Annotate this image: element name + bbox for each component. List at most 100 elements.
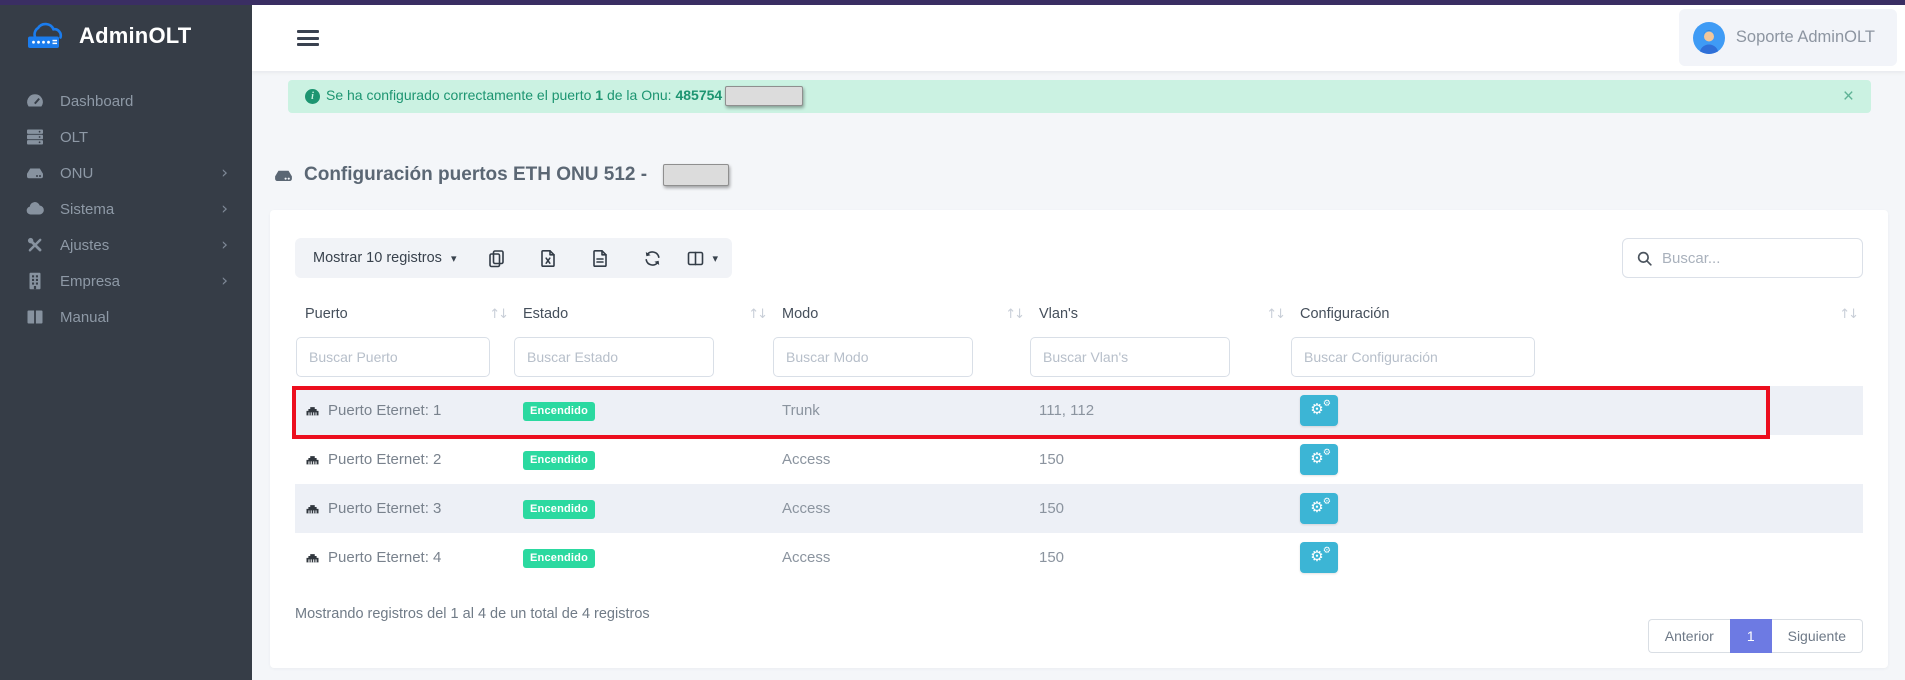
vlans-value: 150 xyxy=(1039,451,1064,468)
sort-icon: ↑↓ xyxy=(1266,307,1286,322)
user-menu[interactable]: Soporte AdminOLT xyxy=(1679,9,1897,66)
gears-icon: ⚙ xyxy=(1310,402,1323,417)
success-alert: i Se ha configurado correctamente el pue… xyxy=(288,80,1871,113)
chevron-right-icon: › xyxy=(221,273,228,290)
table-row: Puerto Eternet: 2 Encendido Access 150 ⚙… xyxy=(295,435,1863,484)
alert-port-number: 1 xyxy=(595,87,603,103)
port-cell: Puerto Eternet: 3 xyxy=(305,500,503,517)
port-cell: Puerto Eternet: 1 xyxy=(305,402,503,419)
alert-onu-number: 485754 xyxy=(675,87,722,103)
sort-icon: ↑↓ xyxy=(1839,307,1859,322)
modo-value: Access xyxy=(782,549,830,566)
page-title-text: Configuración puertos ETH ONU 512 - xyxy=(304,164,647,186)
pagination-previous-button[interactable]: Anterior xyxy=(1648,619,1730,653)
pagination: Anterior 1 Siguiente xyxy=(1648,619,1863,653)
sidebar-item-label: Ajustes xyxy=(60,237,109,254)
vlans-value: 150 xyxy=(1039,500,1064,517)
caret-down-icon: ▾ xyxy=(451,252,457,265)
sidebar-item-manual[interactable]: Manual xyxy=(0,299,252,335)
table-buttons-group: Mostrar 10 registros ▾ xyxy=(295,238,732,278)
server-icon xyxy=(25,127,45,147)
modo-value: Access xyxy=(782,451,830,468)
refresh-button[interactable] xyxy=(626,238,678,278)
column-header-vlans[interactable]: Vlan's↑↓ xyxy=(1029,292,1290,336)
status-badge: Encendido xyxy=(523,500,595,519)
sidebar-item-label: Empresa xyxy=(60,273,120,290)
export-file-button[interactable] xyxy=(574,238,626,278)
status-badge: Encendido xyxy=(523,402,595,421)
global-search xyxy=(1622,238,1863,278)
filter-vlans-input[interactable] xyxy=(1030,337,1230,377)
sidebar-item-onu[interactable]: ONU › xyxy=(0,155,252,191)
close-icon[interactable]: × xyxy=(1843,87,1854,106)
sidebar-item-label: OLT xyxy=(60,129,88,146)
table-row: Puerto Eternet: 4 Encendido Access 150 ⚙… xyxy=(295,533,1863,582)
pagination-page-1[interactable]: 1 xyxy=(1730,619,1772,653)
sidebar-item-sistema[interactable]: Sistema › xyxy=(0,191,252,227)
sidebar-item-dashboard[interactable]: Dashboard xyxy=(0,83,252,119)
vlans-value: 150 xyxy=(1039,549,1064,566)
chevron-right-icon: › xyxy=(221,201,228,218)
page-title: Configuración puertos ETH ONU 512 - xyxy=(273,164,729,186)
filter-modo-input[interactable] xyxy=(773,337,973,377)
filter-estado-input[interactable] xyxy=(514,337,714,377)
cloud-switch-logo-icon xyxy=(24,21,70,51)
sidebar-item-label: Dashboard xyxy=(60,93,133,110)
configure-port-button[interactable]: ⚙⚙ xyxy=(1300,493,1338,524)
column-visibility-button[interactable]: ▾ xyxy=(678,238,732,278)
table-info: Mostrando registros del 1 al 4 de un tot… xyxy=(295,606,1863,622)
ethernet-port-icon xyxy=(305,403,320,418)
column-header-modo[interactable]: Modo↑↓ xyxy=(772,292,1029,336)
sidebar-item-ajustes[interactable]: Ajustes › xyxy=(0,227,252,263)
brand-name: AdminOLT xyxy=(79,23,191,49)
column-header-puerto[interactable]: Puerto↑↓ xyxy=(295,292,513,336)
info-circle-icon: i xyxy=(305,89,320,104)
brand-logo[interactable]: AdminOLT xyxy=(0,5,252,67)
status-badge: Encendido xyxy=(523,549,595,568)
export-excel-button[interactable] xyxy=(522,238,574,278)
search-input[interactable] xyxy=(1662,250,1849,267)
configure-port-button[interactable]: ⚙⚙ xyxy=(1300,542,1338,573)
sort-icon: ↑↓ xyxy=(748,307,768,322)
gears-icon: ⚙ xyxy=(1310,549,1323,564)
configure-port-button[interactable]: ⚙⚙ xyxy=(1300,395,1338,426)
file-excel-icon xyxy=(539,249,558,268)
header-row: Puerto↑↓ Estado↑↓ Modo↑↓ Vlan's↑↓ Config… xyxy=(295,292,1863,336)
copy-icon xyxy=(487,249,506,268)
filter-row xyxy=(295,336,1863,386)
filter-configuracion-input[interactable] xyxy=(1291,337,1535,377)
gears-icon: ⚙ xyxy=(1310,500,1323,515)
sidebar-item-olt[interactable]: OLT xyxy=(0,119,252,155)
redaction-sticker xyxy=(725,86,803,106)
modo-value: Trunk xyxy=(782,402,820,419)
status-badge: Encendido xyxy=(523,451,595,470)
pagination-next-button[interactable]: Siguiente xyxy=(1772,619,1863,653)
sidebar-item-label: Sistema xyxy=(60,201,114,218)
book-icon xyxy=(25,307,45,327)
column-header-estado[interactable]: Estado↑↓ xyxy=(513,292,772,336)
avatar xyxy=(1693,22,1725,54)
file-lines-icon xyxy=(591,249,610,268)
search-icon xyxy=(1636,250,1653,267)
hdd-icon xyxy=(273,165,294,186)
vlans-value: 111, 112 xyxy=(1039,402,1094,419)
tools-icon xyxy=(25,235,45,255)
ethernet-port-icon xyxy=(305,452,320,467)
sidebar-nav: Dashboard OLT ONU › Sistema › xyxy=(0,83,252,335)
sidebar-item-label: Manual xyxy=(60,309,109,326)
configure-port-button[interactable]: ⚙⚙ xyxy=(1300,444,1338,475)
filter-puerto-input[interactable] xyxy=(296,337,490,377)
ethernet-port-icon xyxy=(305,550,320,565)
port-cell: Puerto Eternet: 2 xyxy=(305,451,503,468)
alert-text: Se ha configurado correctamente el puert… xyxy=(326,87,803,105)
ethernet-port-icon xyxy=(305,501,320,516)
sidebar-toggle-button[interactable] xyxy=(297,30,319,50)
hdd-icon xyxy=(25,163,45,183)
browser-top-strip xyxy=(0,0,1905,5)
dashboard-gauge-icon xyxy=(25,91,45,111)
sidebar-item-empresa[interactable]: Empresa › xyxy=(0,263,252,299)
copy-button[interactable] xyxy=(470,238,522,278)
user-name: Soporte AdminOLT xyxy=(1736,28,1875,47)
column-header-configuracion[interactable]: Configuración↑↓ xyxy=(1290,292,1863,336)
page-length-dropdown[interactable]: Mostrar 10 registros ▾ xyxy=(295,238,470,278)
